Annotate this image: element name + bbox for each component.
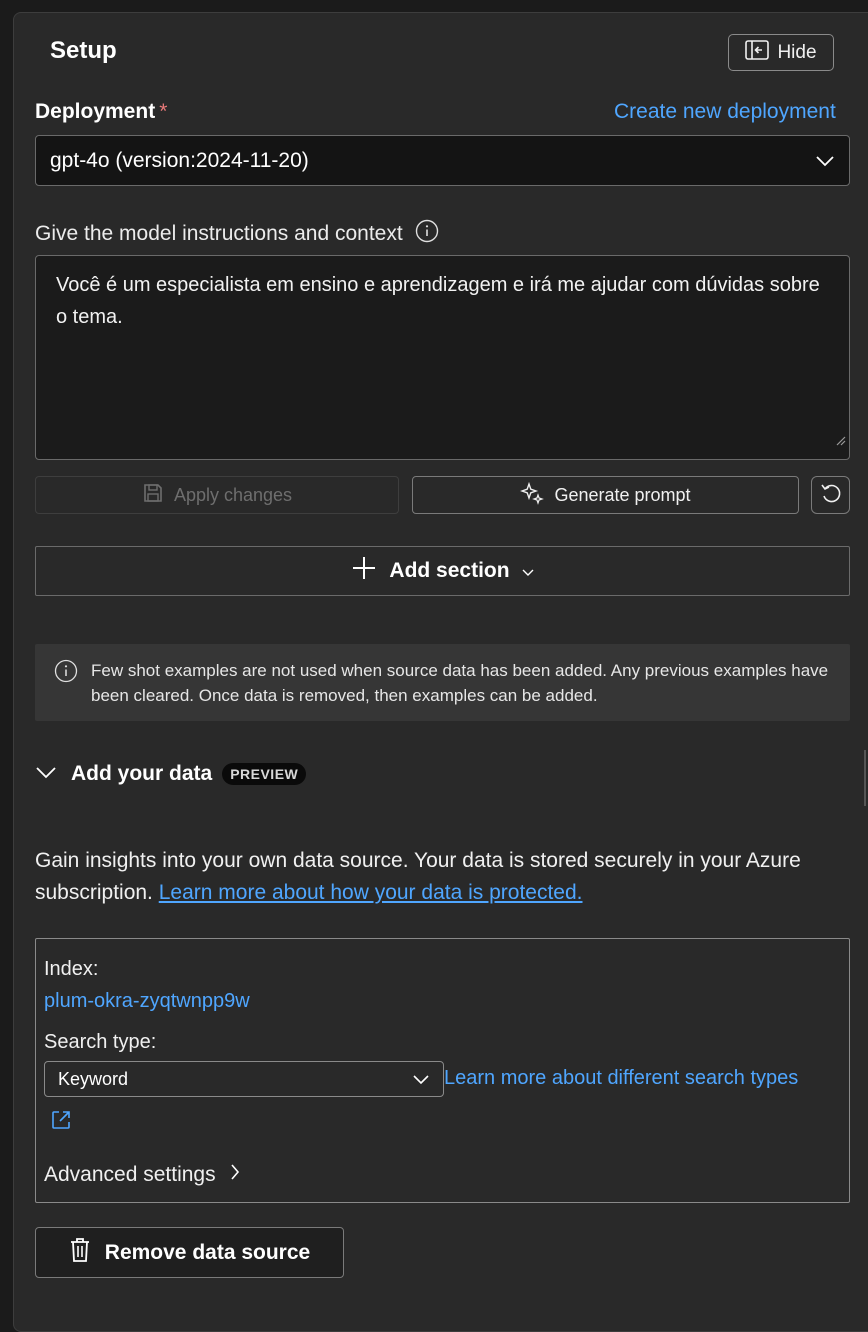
panel-title: Setup <box>50 37 117 64</box>
search-types-link[interactable]: Learn more about different search types <box>444 1067 798 1090</box>
collapse-panel-icon <box>745 39 770 66</box>
add-section-button[interactable]: Add section <box>35 546 850 596</box>
search-type-value: Keyword <box>58 1068 129 1089</box>
scrollbar-thumb[interactable] <box>864 750 866 806</box>
search-type-label: Search type: <box>44 1031 157 1053</box>
trash-icon <box>69 1237 91 1269</box>
preview-badge: PREVIEW <box>222 763 307 785</box>
plus-icon <box>351 555 377 587</box>
deployment-label: Deployment * <box>35 100 168 123</box>
chevron-down-icon <box>522 559 534 583</box>
system-message-text: Você é um especialista em ensino e apren… <box>56 274 820 328</box>
notice-text: Few shot examples are not used when sour… <box>91 661 829 705</box>
advanced-settings-toggle[interactable]: Advanced settings <box>44 1163 240 1187</box>
chevron-down-icon <box>815 149 835 173</box>
save-icon <box>142 482 164 509</box>
required-mark: * <box>159 100 168 123</box>
info-notice: Few shot examples are not used when sour… <box>35 644 850 721</box>
chevron-right-icon <box>230 1163 240 1187</box>
apply-changes-button[interactable]: Apply changes <box>35 476 399 514</box>
reset-button[interactable] <box>811 476 850 514</box>
index-settings-box: Index: plum-okra-zyqtwnpp9w Search type:… <box>35 938 850 1203</box>
info-icon <box>54 659 78 690</box>
deployment-select[interactable]: gpt-4o (version:2024-11-20) <box>35 135 850 186</box>
hide-label: Hide <box>777 41 817 63</box>
create-deployment-link[interactable]: Create new deployment <box>614 100 836 124</box>
hide-button[interactable]: Hide <box>728 34 834 71</box>
chevron-down-icon <box>35 762 57 786</box>
deployment-value: gpt-4o (version:2024-11-20) <box>50 148 309 172</box>
undo-icon <box>819 481 843 510</box>
data-protection-link[interactable]: Learn more about how your data is protec… <box>159 881 583 904</box>
add-your-data-header[interactable]: Add your data PREVIEW <box>35 762 307 786</box>
search-type-select[interactable]: Keyword <box>44 1061 444 1097</box>
index-label: Index: <box>44 958 99 980</box>
instructions-label: Give the model instructions and context <box>35 219 439 249</box>
remove-data-source-button[interactable]: Remove data source <box>35 1227 344 1278</box>
resize-handle-icon[interactable] <box>834 424 846 456</box>
system-message-textarea[interactable]: Você é um especialista em ensino e apren… <box>35 255 850 460</box>
data-description: Gain insights into your own data source.… <box>35 849 801 904</box>
open-external-icon[interactable] <box>50 1109 72 1136</box>
add-your-data-title: Add your data <box>71 762 213 785</box>
info-icon[interactable] <box>415 219 439 249</box>
chevron-down-icon <box>412 1069 430 1090</box>
index-link[interactable]: plum-okra-zyqtwnpp9w <box>44 990 250 1013</box>
generate-prompt-button[interactable]: Generate prompt <box>412 476 799 514</box>
sparkle-icon <box>520 481 545 510</box>
